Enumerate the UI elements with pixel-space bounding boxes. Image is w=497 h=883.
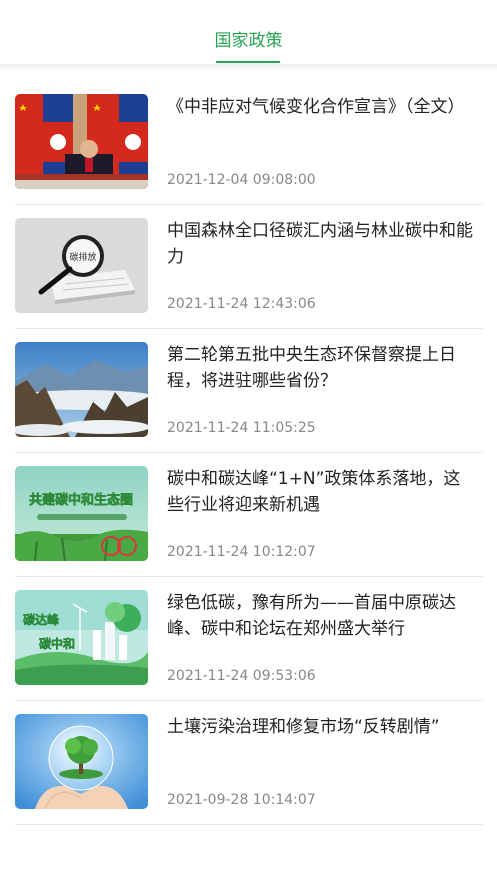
article-title[interactable]: 中国森林全口径碳汇内涵与林业碳中和能力: [167, 218, 477, 270]
header: 国家政策: [0, 0, 497, 66]
article-time: 2021-11-24 11:05:25: [167, 420, 316, 436]
article-title[interactable]: 碳中和碳达峰“1+N”政策体系落地，这些行业将迎来新机遇: [167, 466, 477, 518]
article-thumbnail[interactable]: [15, 714, 148, 809]
article-thumbnail[interactable]: [15, 342, 148, 437]
svg-text:共建碳中和生态圈: 共建碳中和生态圈: [29, 492, 133, 508]
video-conference-flags-image: [15, 94, 148, 189]
article-time: 2021-11-24 12:43:06: [167, 296, 316, 312]
article-item[interactable]: 《中非应对气候变化合作宣言》（全文） 2021-12-04 09:08:00: [15, 80, 483, 205]
article-item[interactable]: 碳排放 中国森林全口径碳汇内涵与林业碳中和能力 2021-11-24 12:43…: [15, 204, 483, 329]
article-item[interactable]: 共建碳中和生态圈 碳中和碳达峰“1+N”政策体系落地，这些行业将迎来新机遇 20…: [15, 452, 483, 577]
mountain-landscape-image: [15, 342, 148, 437]
svg-text:碳排放: 碳排放: [69, 251, 96, 263]
article-time: 2021-11-24 10:12:07: [167, 544, 316, 560]
article-time: 2021-11-24 09:53:06: [167, 668, 316, 684]
tab-active-indicator: [216, 61, 280, 63]
article-item[interactable]: 土壤污染治理和修复市场“反转剧情” 2021-09-28 10:14:07: [15, 700, 483, 825]
svg-text:碳达峰: 碳达峰: [23, 612, 60, 627]
article-title[interactable]: 《中非应对气候变化合作宣言》（全文）: [167, 94, 477, 120]
article-item[interactable]: 碳达峰 碳中和 绿色低碳，豫有所为——首届中原碳达峰、碳中和论坛在郑州盛大举行 …: [15, 576, 483, 701]
tab-national-policy[interactable]: 国家政策: [0, 30, 497, 52]
article-time: 2021-09-28 10:14:07: [167, 792, 316, 808]
article-thumbnail[interactable]: 碳达峰 碳中和: [15, 590, 148, 685]
article-title[interactable]: 第二轮第五批中央生态环保督察提上日程，将进驻哪些省份？: [167, 342, 477, 394]
tree-in-globe-hands-image: [15, 714, 148, 809]
article-title[interactable]: 土壤污染治理和修复市场“反转剧情”: [167, 714, 477, 740]
header-divider: [0, 64, 497, 72]
article-time: 2021-12-04 09:08:00: [167, 172, 316, 188]
article-item[interactable]: 第二轮第五批中央生态环保督察提上日程，将进驻哪些省份？ 2021-11-24 1…: [15, 328, 483, 453]
magnifier-carbon-emission-image: 碳排放: [15, 218, 148, 313]
article-thumbnail[interactable]: [15, 94, 148, 189]
svg-text:碳中和: 碳中和: [39, 636, 75, 651]
green-city-illustration-image: 碳达峰 碳中和: [15, 590, 148, 685]
article-thumbnail[interactable]: 共建碳中和生态圈: [15, 466, 148, 561]
article-title[interactable]: 绿色低碳，豫有所为——首届中原碳达峰、碳中和论坛在郑州盛大举行: [167, 590, 477, 642]
article-thumbnail[interactable]: 碳排放: [15, 218, 148, 313]
carbon-neutral-poster-image: 共建碳中和生态圈: [15, 466, 148, 561]
